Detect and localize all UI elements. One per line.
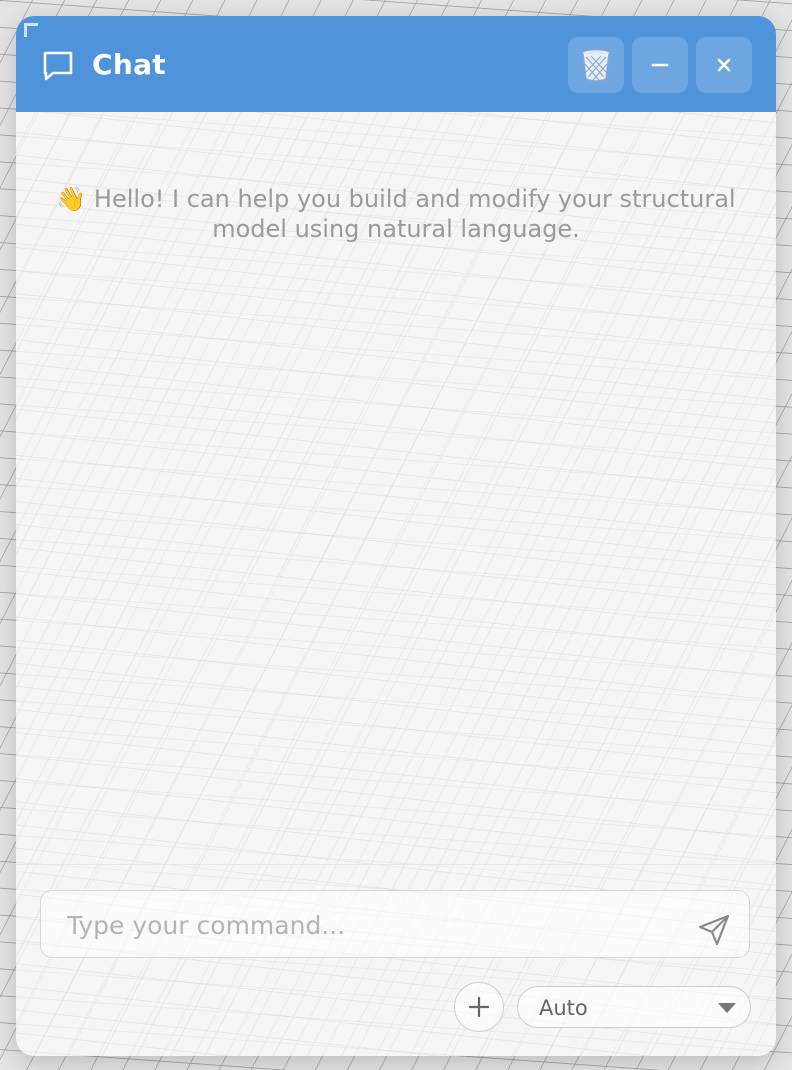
close-icon xyxy=(717,58,731,72)
composer-divider xyxy=(16,864,776,865)
chat-title: Chat xyxy=(92,48,166,81)
clear-chat-button[interactable] xyxy=(568,37,624,93)
chat-header: Chat xyxy=(16,16,776,112)
message-list[interactable]: 👋 Hello! I can help you build and modify… xyxy=(16,112,776,864)
chat-bubble-icon xyxy=(43,51,73,81)
greeting-message: 👋 Hello! I can help you build and modify… xyxy=(56,185,736,243)
minimize-button[interactable] xyxy=(632,37,688,93)
trash-icon xyxy=(581,48,611,82)
mode-select-value: Auto xyxy=(539,996,588,1020)
chevron-down-icon xyxy=(718,1003,736,1013)
chat-panel: Chat 👋 Hello! I can help you build and m… xyxy=(16,16,776,1056)
command-input-box[interactable] xyxy=(40,890,750,958)
plus-icon xyxy=(468,996,490,1018)
send-icon[interactable] xyxy=(697,913,731,947)
minimize-icon xyxy=(651,63,669,67)
attach-button[interactable] xyxy=(454,982,504,1032)
mode-select[interactable]: Auto xyxy=(517,986,751,1028)
close-button[interactable] xyxy=(696,37,752,93)
command-input[interactable] xyxy=(65,905,669,945)
resize-handle[interactable] xyxy=(24,23,38,37)
